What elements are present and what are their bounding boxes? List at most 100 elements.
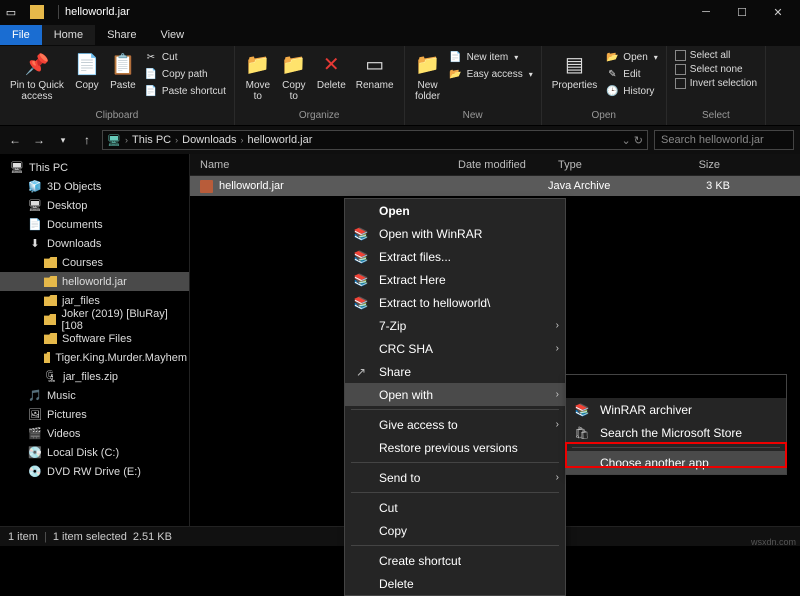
shortcut-icon: 📄	[144, 84, 158, 98]
tree-3dobjects[interactable]: 🧊3D Objects	[0, 177, 189, 196]
winrar-icon: 📚	[351, 272, 371, 288]
context-menu: Open 📚Open with WinRAR 📚Extract files...…	[344, 198, 566, 596]
tree-pictures[interactable]: 🖼Pictures	[0, 405, 189, 424]
folder-icon	[44, 257, 57, 268]
watermark: wsxdn.com	[751, 537, 796, 547]
folder-icon	[44, 314, 56, 325]
tree-dvd[interactable]: 💿DVD RW Drive (E:)	[0, 462, 189, 481]
ctx2-black[interactable]	[566, 375, 786, 398]
close-button[interactable]: ✕	[760, 0, 796, 24]
invertsel-button[interactable]: Invert selection	[675, 78, 757, 89]
newfolder-button[interactable]: 📁New folder	[413, 50, 443, 104]
group-organize: Organize	[299, 108, 340, 121]
copyto-button[interactable]: 📁Copy to	[279, 50, 309, 104]
ctx-restore[interactable]: Restore previous versions	[345, 436, 565, 459]
history-icon: 🕒	[605, 84, 619, 98]
tree-joker[interactable]: Joker (2019) [BluRay] [108	[0, 310, 189, 329]
open-button[interactable]: 📂Open▾	[605, 50, 657, 64]
ctx2-choose-app[interactable]: Choose another app	[566, 451, 786, 474]
file-row[interactable]: helloworld.jar Java Archive 3 KB	[190, 176, 800, 196]
maximize-button[interactable]: ☐	[724, 0, 760, 24]
moveto-icon: 📁	[245, 52, 271, 78]
tab-file[interactable]: File	[0, 25, 42, 45]
ctx-copy[interactable]: Copy	[345, 519, 565, 542]
ctx2-store[interactable]: 🛍Search the Microsoft Store	[566, 421, 786, 444]
easyaccess-button[interactable]: 📂Easy access▾	[449, 67, 533, 81]
ctx-open[interactable]: Open	[345, 199, 565, 222]
selectall-button[interactable]: Select all	[675, 50, 757, 61]
properties-button[interactable]: ▤Properties	[550, 50, 600, 93]
selectnone-button[interactable]: Select none	[675, 64, 757, 75]
ribbon: 📌Pin to Quick access 📄Copy 📋Paste ✂Cut 📄…	[0, 46, 800, 126]
delete-button[interactable]: ✕Delete	[315, 50, 348, 93]
moveto-button[interactable]: 📁Move to	[243, 50, 273, 104]
titlebar: ▭ helloworld.jar ─ ☐ ✕	[0, 0, 800, 24]
tree-softwarefiles[interactable]: Software Files	[0, 329, 189, 348]
folder-icon	[44, 333, 57, 344]
paste-shortcut-button[interactable]: 📄Paste shortcut	[144, 84, 226, 98]
tree-helloworld[interactable]: helloworld.jar	[0, 272, 189, 291]
paste-button[interactable]: 📋Paste	[108, 50, 138, 93]
tree-music[interactable]: 🎵Music	[0, 386, 189, 405]
up-button[interactable]: ↑	[78, 131, 96, 149]
forward-button[interactable]: →	[30, 131, 48, 149]
tree-courses[interactable]: Courses	[0, 253, 189, 272]
history-button[interactable]: 🕒History	[605, 84, 657, 98]
rename-button[interactable]: ▭Rename	[354, 50, 396, 93]
check-icon	[675, 78, 686, 89]
ctx-share[interactable]: ↗Share	[345, 360, 565, 383]
check-icon	[675, 50, 686, 61]
minimize-button[interactable]: ─	[688, 0, 724, 24]
store-icon: 🛍	[572, 425, 592, 441]
search-input[interactable]: Search helloworld.jar	[654, 130, 794, 150]
edit-button[interactable]: ✎Edit	[605, 67, 657, 81]
zip-icon: 🗜	[44, 370, 58, 384]
sidebar: 🖥This PC 🧊3D Objects 🖥Desktop 📄Documents…	[0, 154, 190, 526]
tab-view[interactable]: View	[148, 25, 196, 45]
ctx-openwith[interactable]: Open with›	[345, 383, 565, 406]
rename-icon: ▭	[362, 52, 388, 78]
newitem-button[interactable]: 📄New item▾	[449, 50, 533, 64]
ctx-extract-files[interactable]: 📚Extract files...	[345, 245, 565, 268]
copy-icon: 📄	[74, 52, 100, 78]
tree-thispc[interactable]: 🖥This PC	[0, 158, 189, 177]
back-button[interactable]: ←	[6, 131, 24, 149]
ctx2-winrar[interactable]: 📚WinRAR archiver	[566, 398, 786, 421]
window-title: helloworld.jar	[65, 6, 130, 18]
tree-downloads[interactable]: ⬇Downloads	[0, 234, 189, 253]
properties-icon: ▤	[562, 52, 588, 78]
cut-icon: ✂	[144, 50, 158, 64]
ctx-shortcut[interactable]: Create shortcut	[345, 549, 565, 572]
ctx-sendto[interactable]: Send to›	[345, 466, 565, 489]
cut-button[interactable]: ✂Cut	[144, 50, 226, 64]
tab-share[interactable]: Share	[95, 25, 148, 45]
ctx-7zip[interactable]: 7-Zip›	[345, 314, 565, 337]
openwith-submenu: 📚WinRAR archiver 🛍Search the Microsoft S…	[565, 374, 787, 475]
folder-icon	[44, 295, 57, 306]
breadcrumb[interactable]: 🖥› This PC› Downloads› helloworld.jar ⌄ …	[102, 130, 648, 150]
tree-jarfileszip[interactable]: 🗜jar_files.zip	[0, 367, 189, 386]
history-dropdown[interactable]: ▾	[54, 131, 72, 149]
tree-desktop[interactable]: 🖥Desktop	[0, 196, 189, 215]
tree-tigerking[interactable]: Tiger.King.Murder.Mayhem	[0, 348, 189, 367]
tree-documents[interactable]: 📄Documents	[0, 215, 189, 234]
column-headers[interactable]: Name Date modified Type Size	[190, 154, 800, 176]
copypath-button[interactable]: 📄Copy path	[144, 67, 226, 81]
ctx-delete[interactable]: Delete	[345, 572, 565, 595]
group-new: New	[463, 108, 483, 121]
ctx-open-winrar[interactable]: 📚Open with WinRAR	[345, 222, 565, 245]
check-icon	[675, 64, 686, 75]
menubar: File Home Share View	[0, 24, 800, 46]
pin-icon: 📌	[24, 52, 50, 78]
pin-button[interactable]: 📌Pin to Quick access	[8, 50, 66, 104]
copy-button[interactable]: 📄Copy	[72, 50, 102, 93]
tree-localdisk[interactable]: 💽Local Disk (C:)	[0, 443, 189, 462]
folder-icon	[44, 276, 57, 287]
ctx-crc[interactable]: CRC SHA›	[345, 337, 565, 360]
ctx-extract-here[interactable]: 📚Extract Here	[345, 268, 565, 291]
ctx-giveaccess[interactable]: Give access to›	[345, 413, 565, 436]
ctx-extract-to[interactable]: 📚Extract to helloworld\	[345, 291, 565, 314]
tree-videos[interactable]: 🎬Videos	[0, 424, 189, 443]
tab-home[interactable]: Home	[42, 25, 95, 45]
ctx-cut[interactable]: Cut	[345, 496, 565, 519]
